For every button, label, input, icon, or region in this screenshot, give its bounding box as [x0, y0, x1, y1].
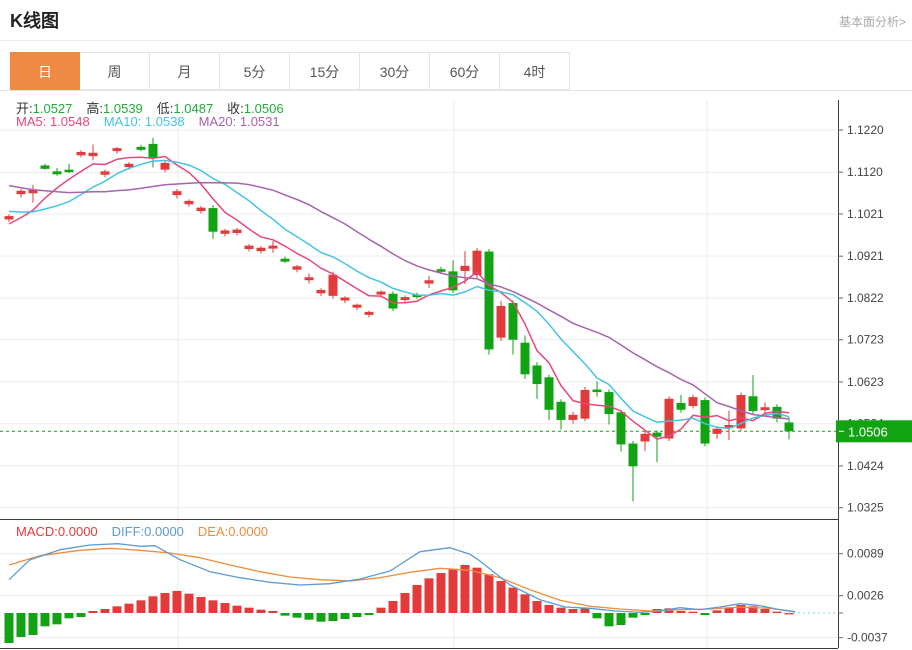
kline-chart[interactable]: 1.1220 1.1120 1.1021 1.0921 1.0822 1.0723 1.06… — [0, 90, 912, 520]
interval-tabs: 日周月5分15分30分60分4时 — [10, 52, 570, 90]
header-divider — [0, 40, 912, 41]
price-tick-0: 1.1220 — [847, 123, 884, 137]
page-title: K线图 — [10, 7, 59, 33]
tab-interval-3[interactable]: 5分 — [220, 52, 290, 90]
kline-widget: K线图 基本面分析> 日周月5分15分30分60分4时 开:1.0527高:1.… — [0, 0, 912, 650]
tab-interval-5[interactable]: 30分 — [360, 52, 430, 90]
candlesticks — [5, 138, 794, 501]
price-tick-6: 1.0623 — [847, 375, 884, 389]
tab-interval-2[interactable]: 月 — [150, 52, 220, 90]
price-tick-1: 1.1120 — [847, 165, 883, 179]
price-tick-3: 1.0921 — [847, 249, 884, 263]
tab-interval-6[interactable]: 60分 — [430, 52, 500, 90]
current-price-label: 1.0506 — [848, 424, 888, 439]
macd-tick-2: -0.0037 — [847, 631, 888, 645]
price-tick-8: 1.0424 — [847, 459, 884, 473]
tab-interval-7[interactable]: 4时 — [500, 52, 570, 90]
price-tick-2: 1.1021 — [847, 207, 884, 221]
ma20-line — [9, 183, 789, 419]
price-axis: 1.1220 1.1120 1.1021 1.0921 1.0822 1.0723 1.06… — [838, 100, 884, 520]
price-tick-5: 1.0723 — [847, 333, 884, 347]
tab-interval-0[interactable]: 日 — [10, 52, 80, 90]
macd-tick-0: 0.0089 — [847, 547, 884, 561]
fundamental-analysis-link[interactable]: 基本面分析> — [839, 13, 906, 30]
macd-axis: 0.0089 0.0026 -0.0037 — [838, 520, 888, 648]
macd-tick-1: 0.0026 — [847, 589, 884, 603]
ma10-line — [9, 161, 789, 429]
price-tick-9: 1.0325 — [847, 501, 884, 515]
current-price-badge: 1.0506 — [836, 420, 912, 442]
interval-tab-bar: 日周月5分15分30分60分4时 — [0, 52, 912, 91]
gridlines — [0, 100, 838, 519]
macd-chart[interactable]: 0.0089 0.0026 -0.0037 — [0, 520, 912, 650]
tab-interval-1[interactable]: 周 — [80, 52, 150, 90]
macd-gridlines — [0, 520, 838, 648]
price-tick-4: 1.0822 — [847, 291, 884, 305]
tab-interval-4[interactable]: 15分 — [290, 52, 360, 90]
macd-histogram — [5, 565, 794, 643]
